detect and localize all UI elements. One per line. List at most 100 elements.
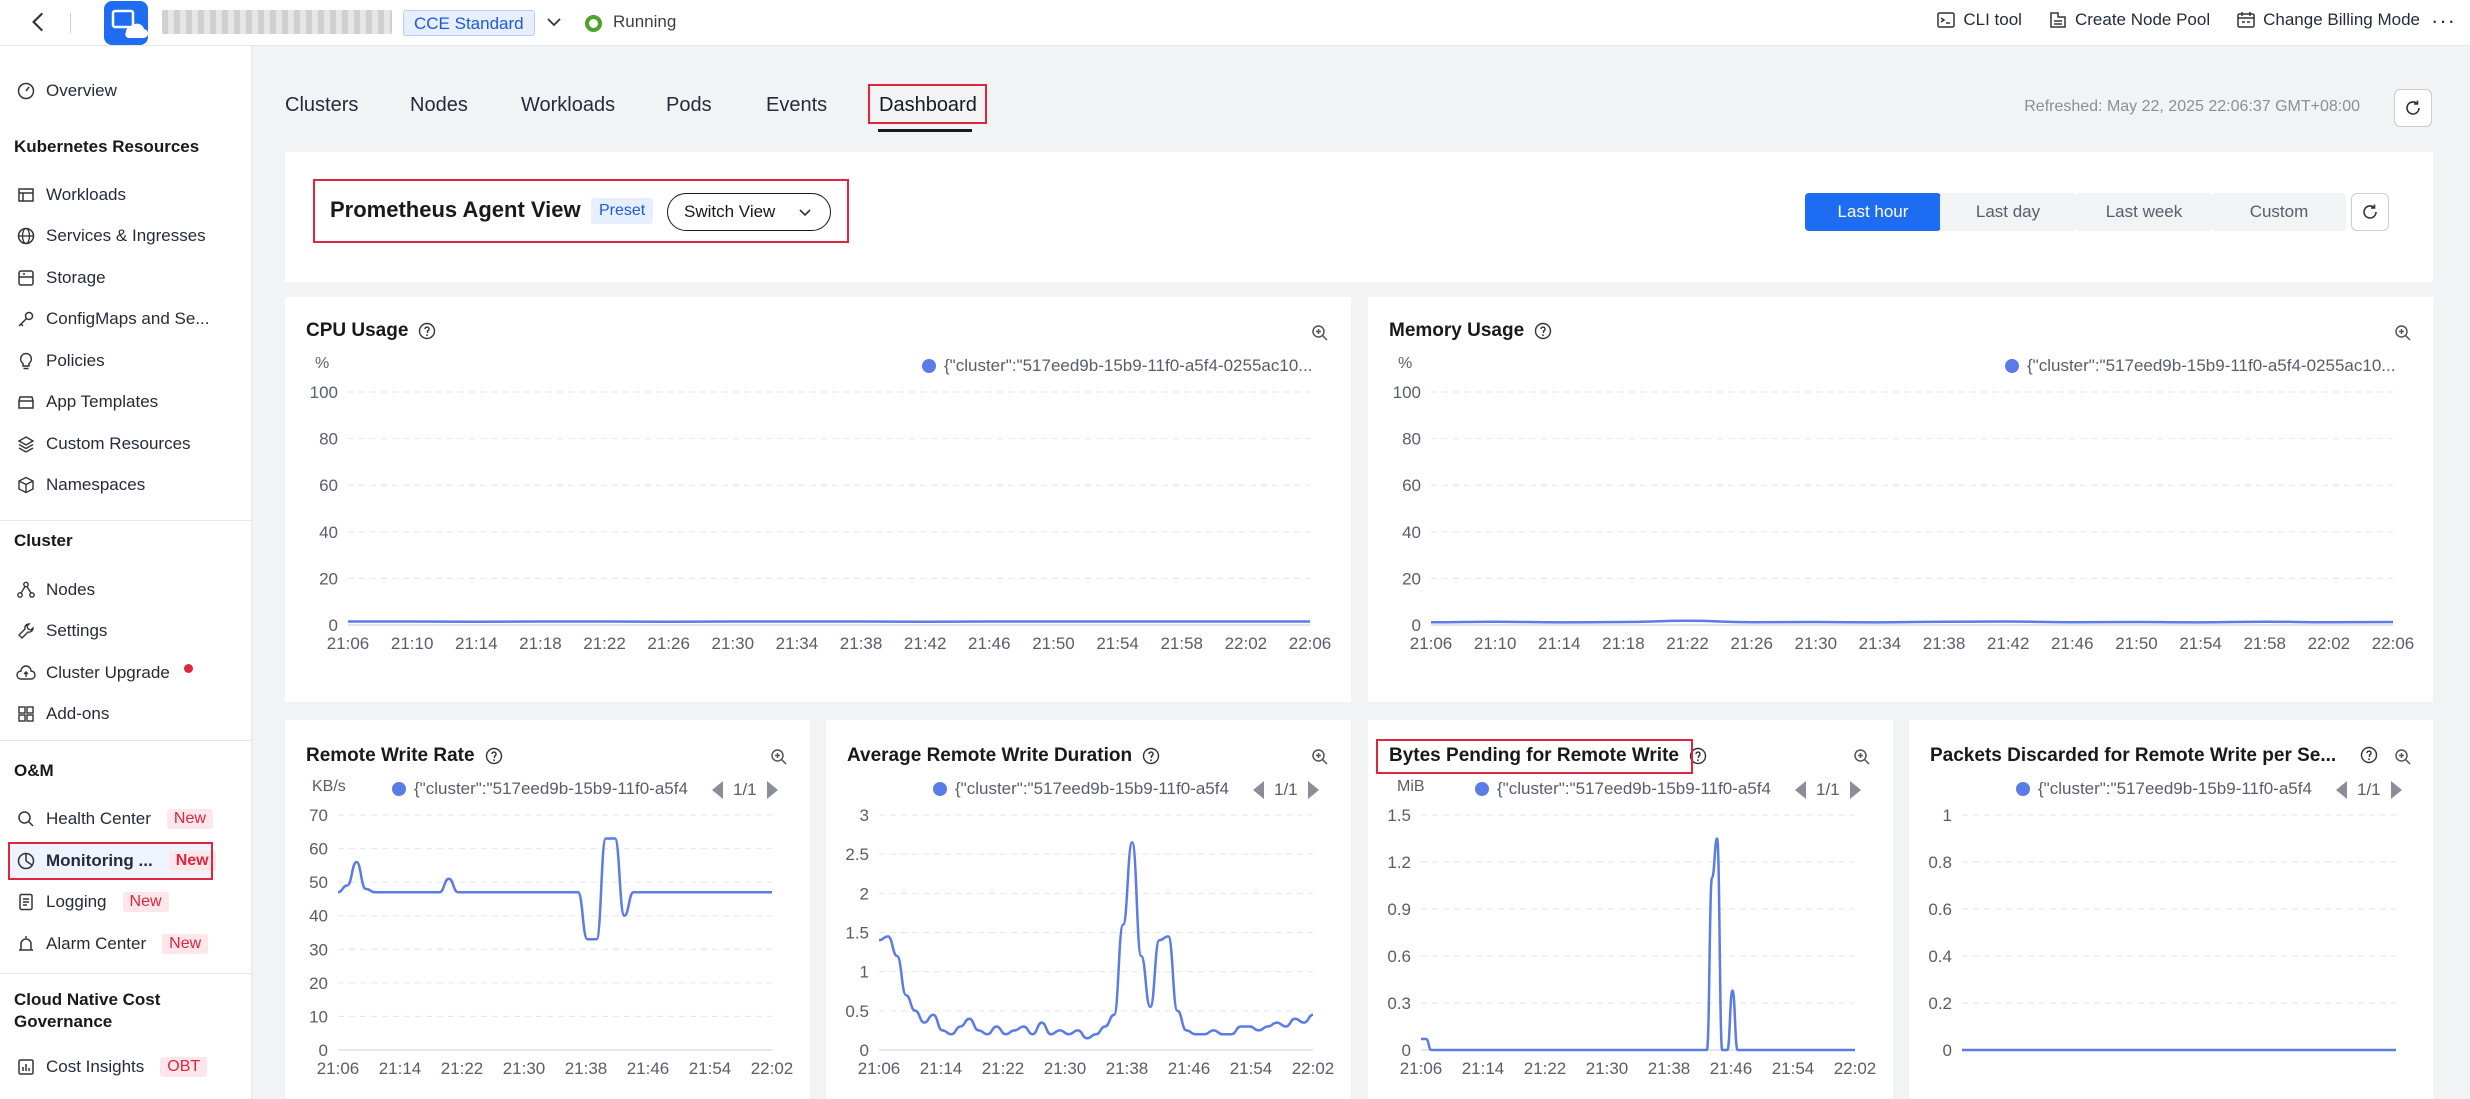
- help-icon[interactable]: [485, 747, 503, 765]
- tab-clusters[interactable]: Clusters: [285, 94, 358, 117]
- more-options-icon[interactable]: ···: [2431, 8, 2456, 34]
- chart-legend[interactable]: {"cluster":"517eed9b-15b9-11f0-a5f4: [392, 779, 699, 799]
- sidebar-item-configmaps[interactable]: ConfigMaps and Se...: [16, 303, 209, 335]
- back-arrow-icon[interactable]: [26, 9, 52, 35]
- y-tick-label: 1: [860, 963, 869, 982]
- pager-next-icon[interactable]: [2390, 781, 2402, 799]
- sidebar-item-policies[interactable]: Policies: [16, 345, 105, 377]
- y-tick-label: 0.9: [1387, 900, 1411, 919]
- y-tick-label: 0.5: [845, 1002, 869, 1021]
- chart-legend[interactable]: {"cluster":"517eed9b-15b9-11f0-a5f4-0255…: [2005, 356, 2417, 376]
- tab-pods[interactable]: Pods: [666, 94, 712, 117]
- change-billing-mode-button[interactable]: Change Billing Mode: [2236, 10, 2420, 30]
- pager-text: 1/1: [1816, 780, 1840, 799]
- legend-pager: 1/1: [2336, 780, 2402, 800]
- sidebar-item-label: Health Center: [46, 809, 151, 828]
- y-tick-label: 2: [860, 884, 869, 903]
- sidebar-item-app-templates[interactable]: App Templates: [16, 386, 158, 418]
- refresh-page-button[interactable]: [2394, 89, 2432, 127]
- chart-legend[interactable]: {"cluster":"517eed9b-15b9-11f0-a5f4-0255…: [922, 356, 1334, 376]
- zoom-in-icon[interactable]: [1310, 323, 1330, 343]
- sidebar-section-cost: Cloud Native Cost Governance: [14, 990, 161, 1031]
- pager-next-icon[interactable]: [1849, 781, 1861, 799]
- sidebar-item-overview[interactable]: Overview: [16, 75, 117, 107]
- sidebar-item-logging[interactable]: Logging New: [16, 886, 169, 918]
- chart-legend[interactable]: {"cluster":"517eed9b-15b9-11f0-a5f4: [2016, 779, 2323, 799]
- sidebar-item-alarm-center[interactable]: Alarm Center New: [16, 928, 209, 960]
- y-tick-label: 1.2: [1387, 853, 1411, 872]
- chevron-down-icon[interactable]: [544, 12, 564, 32]
- highlight-box-monitoring: [8, 842, 213, 880]
- zoom-in-icon[interactable]: [1310, 747, 1330, 767]
- y-tick-label: 3: [860, 806, 869, 825]
- range-last-hour[interactable]: Last hour: [1805, 193, 1941, 231]
- create-node-pool-button[interactable]: Create Node Pool: [2048, 10, 2210, 30]
- pager-next-icon[interactable]: [1307, 781, 1319, 799]
- cost-chart-icon: [18, 1059, 34, 1075]
- change-billing-mode-label: Change Billing Mode: [2263, 10, 2420, 29]
- x-tick-label: 21:30: [1586, 1059, 1629, 1078]
- zoom-in-icon[interactable]: [2393, 747, 2413, 767]
- pager-prev-icon[interactable]: [1253, 781, 1264, 799]
- sidebar-item-label: Alarm Center: [46, 934, 147, 953]
- pager-prev-icon[interactable]: [1795, 781, 1806, 799]
- pager-prev-icon[interactable]: [2336, 781, 2347, 799]
- chart-title-text: Packets Discarded for Remote Write per S…: [1930, 745, 2337, 766]
- avg-remote-write-duration-chart: 0 0.5 1 1.5 2 2.5 3 21:06 21:14 21:22 21:30 21:38 21…: [845, 806, 1335, 1078]
- nodes-icon: [17, 581, 35, 598]
- sidebar-item-health-center[interactable]: Health Center New: [16, 803, 213, 835]
- sidebar-item-storage[interactable]: Storage: [16, 262, 106, 294]
- pager-text: 1/1: [1274, 780, 1298, 799]
- tab-nodes[interactable]: Nodes: [410, 94, 468, 117]
- pager-prev-icon[interactable]: [712, 781, 723, 799]
- help-icon[interactable]: [2360, 746, 2378, 764]
- tab-events[interactable]: Events: [766, 94, 827, 117]
- y-tick-label: 2.5: [845, 845, 869, 864]
- sidebar-item-settings[interactable]: Settings: [16, 615, 107, 647]
- sidebar-item-cost-insights[interactable]: Cost Insights OBT: [16, 1051, 208, 1083]
- y-tick-label: 40: [1402, 523, 1421, 542]
- refresh-charts-button[interactable]: [2351, 193, 2389, 231]
- pager-next-icon[interactable]: [766, 781, 778, 799]
- x-tick-label: 21:26: [1730, 634, 1773, 653]
- cli-tool-button[interactable]: CLI tool: [1936, 10, 2022, 30]
- legend-label: {"cluster":"517eed9b-15b9-11f0-a5f4: [414, 779, 688, 798]
- zoom-in-icon[interactable]: [2393, 323, 2413, 343]
- series-line: [1421, 837, 1855, 1052]
- range-last-day[interactable]: Last day: [1940, 193, 2076, 231]
- help-icon[interactable]: [1534, 322, 1552, 340]
- x-tick-label: 22:02: [1292, 1059, 1335, 1078]
- series-line: [337, 837, 772, 941]
- series-marker: [2016, 782, 2030, 796]
- y-tick-label: 0: [319, 1041, 328, 1060]
- sidebar-item-namespaces[interactable]: Namespaces: [16, 469, 145, 501]
- x-tick-label: 21:54: [1772, 1059, 1815, 1078]
- sidebar-item-nodes[interactable]: Nodes: [16, 574, 95, 606]
- sidebar-item-workloads[interactable]: Workloads: [16, 179, 126, 211]
- x-tick-label: 21:14: [920, 1059, 963, 1078]
- range-custom[interactable]: Custom: [2212, 193, 2346, 231]
- sidebar-item-services-ingresses[interactable]: Services & Ingresses: [16, 220, 206, 252]
- zoom-in-icon[interactable]: [1852, 747, 1872, 767]
- x-tick-label: 21:46: [968, 634, 1011, 653]
- x-tick-label: 21:50: [1032, 634, 1075, 653]
- x-tick-label: 21:58: [1160, 634, 1203, 653]
- help-icon[interactable]: [418, 322, 436, 340]
- chart-legend[interactable]: {"cluster":"517eed9b-15b9-11f0-a5f4: [933, 779, 1240, 799]
- active-tab-indicator: [878, 129, 972, 132]
- tab-workloads[interactable]: Workloads: [521, 94, 615, 117]
- sidebar-item-custom-resources[interactable]: Custom Resources: [16, 428, 191, 460]
- sidebar-item-cluster-upgrade[interactable]: Cluster Upgrade: [16, 657, 193, 689]
- cpu-usage-chart: 0 20 40 60 80 100 21:06 21:10 21:14 21:18 21:22 21:…: [310, 383, 1332, 653]
- y-tick-label: 0: [1412, 616, 1421, 635]
- refreshed-timestamp: Refreshed: May 22, 2025 22:06:37 GMT+08:…: [2024, 98, 2360, 115]
- range-last-week[interactable]: Last week: [2076, 193, 2212, 231]
- chart-legend[interactable]: {"cluster":"517eed9b-15b9-11f0-a5f4: [1475, 779, 1782, 799]
- x-tick-label: 21:38: [1648, 1059, 1691, 1078]
- workloads-icon: [18, 188, 34, 202]
- log-icon: [19, 893, 33, 911]
- create-node-pool-label: Create Node Pool: [2074, 10, 2211, 29]
- sidebar-item-add-ons[interactable]: Add-ons: [16, 698, 109, 730]
- help-icon[interactable]: [1142, 747, 1160, 765]
- zoom-in-icon[interactable]: [769, 747, 789, 767]
